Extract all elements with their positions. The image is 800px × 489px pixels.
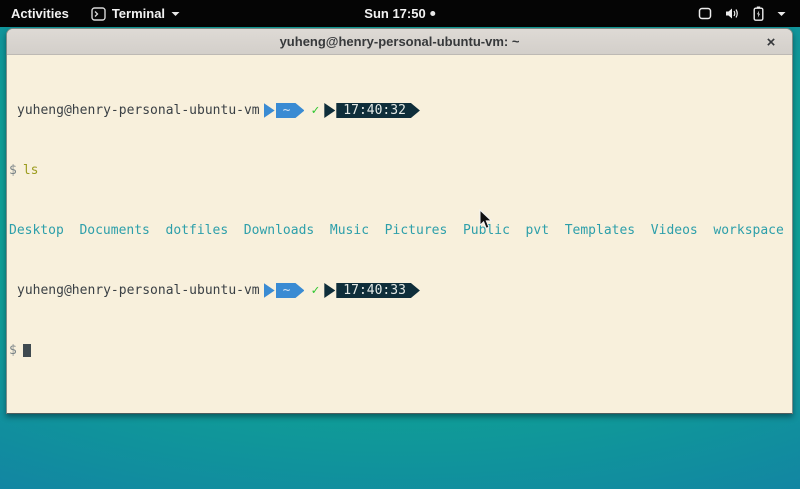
command-line: $ ls	[9, 163, 790, 178]
terminal-app-icon	[91, 7, 106, 21]
clock-menu[interactable]: Sun 17:50	[364, 0, 435, 27]
powerline-arrow-icon	[264, 103, 275, 118]
activities-button[interactable]: Activities	[0, 0, 80, 27]
powerline-path-segment: ~	[276, 103, 305, 118]
prompt-user-host: yuheng@henry-personal-ubuntu-vm	[9, 283, 260, 298]
powerline-time-segment: 17:40:32	[336, 103, 420, 118]
prompt-path: ~	[283, 103, 291, 118]
terminal-window: yuheng@henry-personal-ubuntu-vm: ~ × yuh…	[6, 28, 793, 414]
terminal-cursor	[23, 344, 31, 357]
terminal-content[interactable]: yuheng@henry-personal-ubuntu-vm ~ ✓ 17:4…	[7, 55, 792, 414]
prompt-time: 17:40:32	[343, 103, 406, 118]
window-title: yuheng@henry-personal-ubuntu-vm: ~	[280, 34, 520, 49]
status-check-icon: ✓	[311, 283, 319, 298]
powerline-arrow-icon	[324, 103, 335, 118]
prompt-path: ~	[283, 283, 291, 298]
notification-dot-icon	[431, 11, 436, 16]
system-status-menu[interactable]	[684, 0, 800, 27]
powerline-path-segment: ~	[276, 283, 305, 298]
prompt-user-host: yuheng@henry-personal-ubuntu-vm	[9, 103, 260, 118]
prompt-symbol: $	[9, 163, 17, 178]
prompt-time: 17:40:33	[343, 283, 406, 298]
ls-output-line: Desktop Documents dotfiles Downloads Mus…	[9, 223, 790, 238]
screen-icon	[698, 7, 712, 20]
chevron-down-icon	[171, 11, 180, 17]
window-titlebar[interactable]: yuheng@henry-personal-ubuntu-vm: ~ ×	[7, 29, 792, 55]
top-bar-left: Activities Terminal	[0, 0, 191, 27]
app-menu-label: Terminal	[112, 6, 165, 21]
prompt-symbol: $	[9, 343, 17, 358]
app-menu-terminal[interactable]: Terminal	[80, 0, 191, 27]
close-button[interactable]: ×	[761, 32, 781, 52]
mouse-cursor-icon	[479, 209, 493, 235]
powerline-arrow-icon	[264, 283, 275, 298]
command-line: $	[9, 343, 790, 358]
volume-icon	[725, 7, 740, 20]
status-check-icon: ✓	[311, 103, 319, 118]
clock-label: Sun 17:50	[364, 6, 425, 21]
prompt-line: yuheng@henry-personal-ubuntu-vm ~ ✓ 17:4…	[9, 283, 790, 298]
powerline-time-segment: 17:40:33	[336, 283, 420, 298]
directory-list: Desktop Documents dotfiles Downloads Mus…	[9, 223, 784, 238]
powerline-arrow-icon	[324, 283, 335, 298]
prompt-line: yuheng@henry-personal-ubuntu-vm ~ ✓ 17:4…	[9, 103, 790, 118]
command-text: ls	[23, 163, 39, 178]
chevron-down-icon	[777, 11, 786, 17]
battery-charging-icon	[753, 6, 764, 21]
top-bar: Activities Terminal Sun 17:50	[0, 0, 800, 27]
